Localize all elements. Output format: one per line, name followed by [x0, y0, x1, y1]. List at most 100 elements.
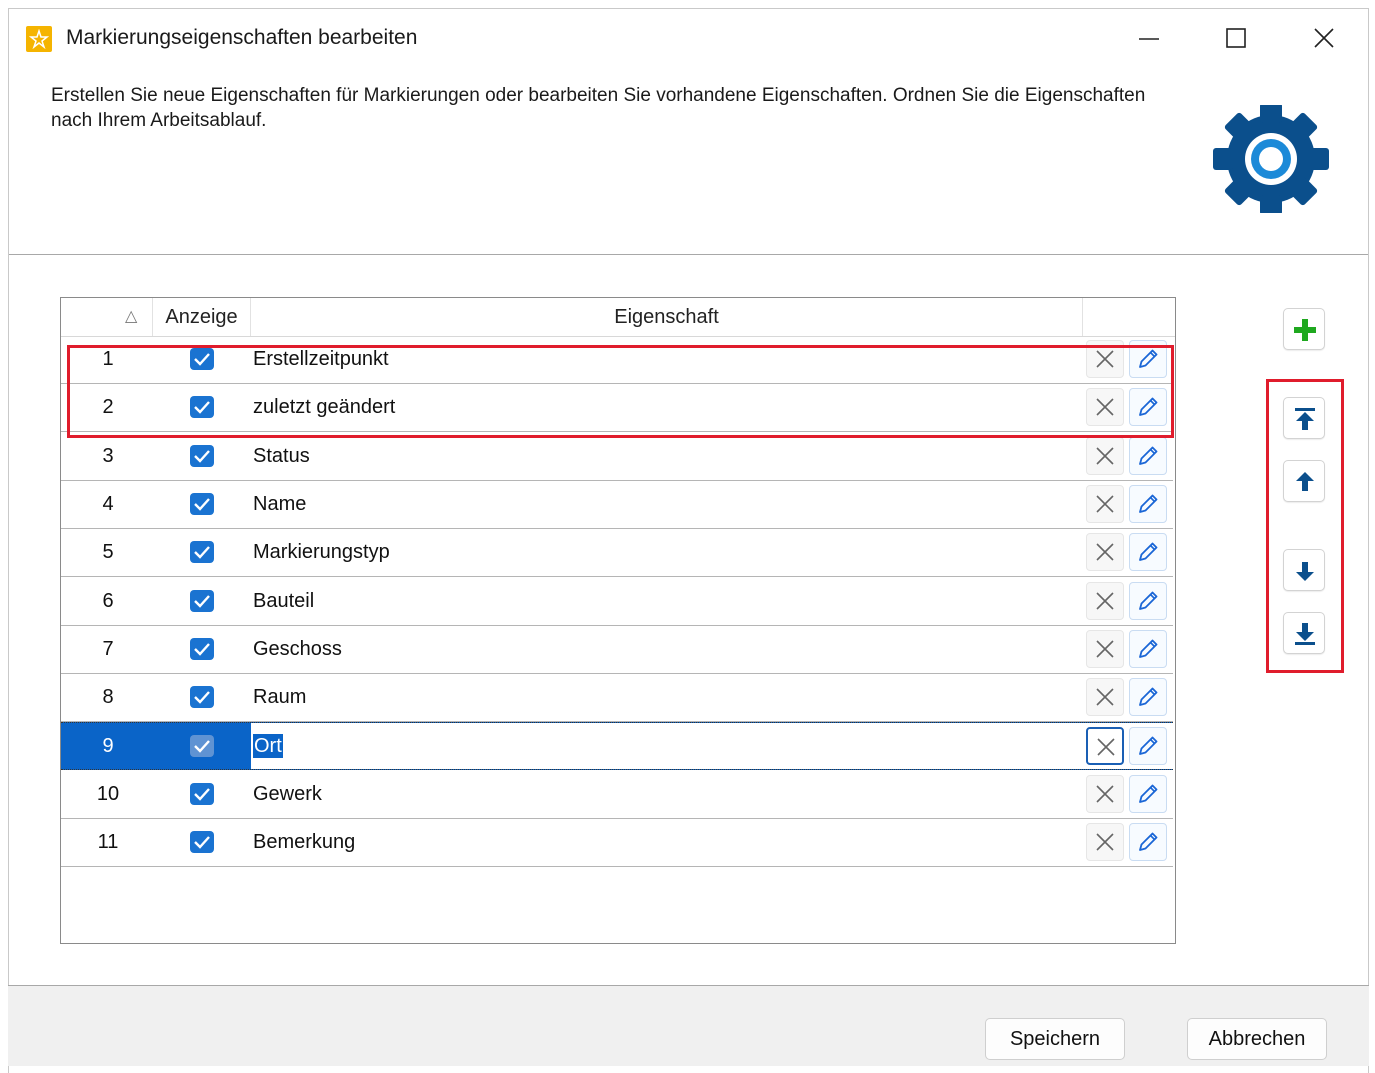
- checkmark-icon: [194, 740, 210, 754]
- property-name[interactable]: Ort: [253, 723, 283, 770]
- delete-x-icon: [1096, 447, 1114, 465]
- edit-pencil-icon: [1139, 687, 1158, 706]
- row-number: 5: [102, 541, 114, 564]
- edit-property-button[interactable]: [1129, 823, 1167, 861]
- edit-pencil-icon: [1139, 349, 1158, 368]
- edit-property-button[interactable]: [1129, 678, 1167, 717]
- delete-property-button[interactable]: [1086, 774, 1124, 813]
- delete-x-icon: [1096, 640, 1114, 658]
- property-name[interactable]: Markierungstyp: [253, 529, 390, 576]
- maximize-button[interactable]: [1214, 21, 1258, 55]
- property-name[interactable]: Raum: [253, 674, 306, 721]
- delete-property-button[interactable]: [1086, 388, 1124, 427]
- delete-property-button[interactable]: [1086, 678, 1124, 717]
- edit-pencil-icon: [1139, 591, 1158, 610]
- property-name[interactable]: zuletzt geändert: [253, 384, 395, 431]
- move-to-bottom-button[interactable]: [1283, 612, 1325, 654]
- delete-x-icon: [1096, 833, 1114, 851]
- properties-table: △ Anzeige Eigenschaft 1 Erstellzeitpunkt 2…: [60, 297, 1176, 944]
- edit-property-button[interactable]: [1129, 484, 1167, 523]
- minimize-button[interactable]: [1127, 21, 1171, 55]
- delete-property-button[interactable]: [1086, 629, 1124, 668]
- display-checkbox[interactable]: [190, 444, 214, 467]
- edit-pencil-icon: [1139, 784, 1158, 803]
- close-icon: [1314, 28, 1334, 48]
- column-header-actions: [1083, 298, 1175, 336]
- column-header-display[interactable]: Anzeige: [153, 298, 251, 336]
- checkmark-icon: [194, 353, 210, 366]
- table-row[interactable]: 4 Name: [61, 481, 1173, 529]
- edit-property-button[interactable]: [1129, 340, 1167, 378]
- add-property-button[interactable]: [1283, 308, 1325, 350]
- property-name-editor[interactable]: Ort: [251, 723, 1083, 770]
- cancel-button[interactable]: Abbrechen: [1187, 1018, 1327, 1060]
- property-name[interactable]: Bemerkung: [253, 819, 355, 866]
- property-name[interactable]: Name: [253, 481, 306, 528]
- delete-property-button[interactable]: [1086, 436, 1124, 475]
- delete-x-icon: [1096, 785, 1114, 803]
- checkmark-icon: [194, 498, 210, 511]
- checkmark-icon: [194, 546, 210, 559]
- table-row[interactable]: 6 Bauteil: [61, 578, 1173, 626]
- app-star-icon: [26, 26, 52, 52]
- column-header-property[interactable]: Eigenschaft: [251, 298, 1083, 336]
- edit-property-button[interactable]: [1129, 774, 1167, 813]
- display-checkbox[interactable]: [190, 637, 214, 660]
- delete-property-button[interactable]: [1086, 484, 1124, 523]
- move-up-icon: [1296, 472, 1314, 491]
- table-row[interactable]: 10 Gewerk: [61, 771, 1173, 819]
- delete-property-button[interactable]: [1086, 533, 1124, 572]
- edit-property-button[interactable]: [1129, 533, 1167, 572]
- checkmark-icon: [194, 594, 210, 608]
- table-row[interactable]: 7 Geschoss: [61, 626, 1173, 674]
- row-number: 1: [102, 348, 114, 370]
- selected-text: Ort: [253, 734, 283, 759]
- table-row[interactable]: 5 Markierungstyp: [61, 529, 1173, 578]
- property-name[interactable]: Geschoss: [253, 626, 342, 673]
- edit-property-button[interactable]: [1129, 436, 1167, 475]
- table-row[interactable]: 9 Ort: [61, 722, 1173, 771]
- edit-pencil-icon: [1139, 446, 1158, 465]
- table-row[interactable]: 3 Status: [61, 433, 1173, 481]
- property-name[interactable]: Bauteil: [253, 578, 314, 625]
- delete-x-icon: [1096, 495, 1114, 513]
- edit-property-button[interactable]: [1129, 727, 1167, 766]
- save-button[interactable]: Speichern: [985, 1018, 1125, 1060]
- display-checkbox[interactable]: [190, 396, 214, 419]
- display-checkbox[interactable]: [190, 541, 214, 564]
- dialog-footer: Speichern Abbrechen: [8, 985, 1369, 1066]
- delete-x-icon: [1096, 350, 1114, 368]
- property-name[interactable]: Status: [253, 433, 310, 480]
- display-checkbox[interactable]: [190, 735, 214, 758]
- edit-property-button[interactable]: [1129, 629, 1167, 668]
- delete-property-button[interactable]: [1086, 581, 1124, 620]
- table-row[interactable]: 2 zuletzt geändert: [61, 384, 1173, 433]
- table-row[interactable]: 1 Erstellzeitpunkt: [61, 336, 1173, 384]
- move-to-top-button[interactable]: [1283, 397, 1325, 439]
- property-name[interactable]: Gewerk: [253, 771, 322, 818]
- delete-x-icon: [1096, 543, 1114, 561]
- add-plus-icon: [1294, 319, 1316, 341]
- display-checkbox[interactable]: [190, 348, 214, 370]
- delete-property-button[interactable]: [1086, 823, 1124, 861]
- move-down-button[interactable]: [1283, 549, 1325, 591]
- close-button[interactable]: [1302, 21, 1346, 55]
- display-checkbox[interactable]: [190, 686, 214, 709]
- table-row[interactable]: 8 Raum: [61, 674, 1173, 723]
- property-name[interactable]: Erstellzeitpunkt: [253, 336, 389, 383]
- delete-property-button[interactable]: [1086, 340, 1124, 378]
- delete-property-button[interactable]: [1086, 727, 1124, 766]
- display-checkbox[interactable]: [190, 492, 214, 515]
- table-row[interactable]: 11 Bemerkung: [61, 819, 1173, 867]
- move-to-top-icon: [1295, 408, 1315, 430]
- display-checkbox[interactable]: [190, 831, 214, 853]
- display-checkbox[interactable]: [190, 782, 214, 805]
- edit-property-button[interactable]: [1129, 388, 1167, 427]
- display-checkbox[interactable]: [190, 589, 214, 612]
- move-up-button[interactable]: [1283, 460, 1325, 502]
- column-header-number[interactable]: △: [61, 298, 153, 336]
- delete-x-icon: [1097, 738, 1115, 756]
- edit-pencil-icon: [1139, 736, 1158, 756]
- checkmark-icon: [194, 642, 210, 656]
- edit-property-button[interactable]: [1129, 581, 1167, 620]
